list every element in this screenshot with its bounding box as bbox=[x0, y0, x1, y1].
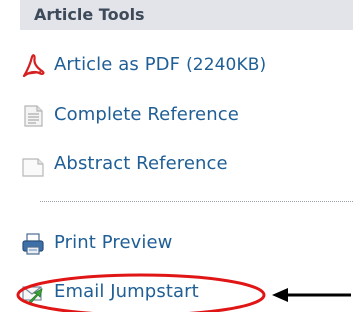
blank-document-icon bbox=[20, 152, 46, 178]
panel-header: Article Tools bbox=[20, 0, 353, 30]
abstract-reference-label: Abstract Reference bbox=[54, 153, 228, 174]
email-jumpstart-label: Email Jumpstart bbox=[54, 281, 199, 302]
file-size: (2240KB) bbox=[186, 55, 267, 75]
email-arrow-icon bbox=[20, 280, 46, 306]
article-pdf-label: Article as PDF bbox=[54, 54, 181, 75]
pdf-icon bbox=[20, 53, 46, 79]
separator bbox=[40, 201, 353, 202]
print-preview-label: Print Preview bbox=[54, 232, 173, 253]
article-tools-panel: Article Tools Article as PDF (2240KB) Com bbox=[0, 0, 353, 312]
document-icon bbox=[20, 103, 46, 129]
printer-icon bbox=[20, 231, 46, 257]
panel-title: Article Tools bbox=[34, 5, 145, 24]
complete-reference-label: Complete Reference bbox=[54, 104, 239, 125]
